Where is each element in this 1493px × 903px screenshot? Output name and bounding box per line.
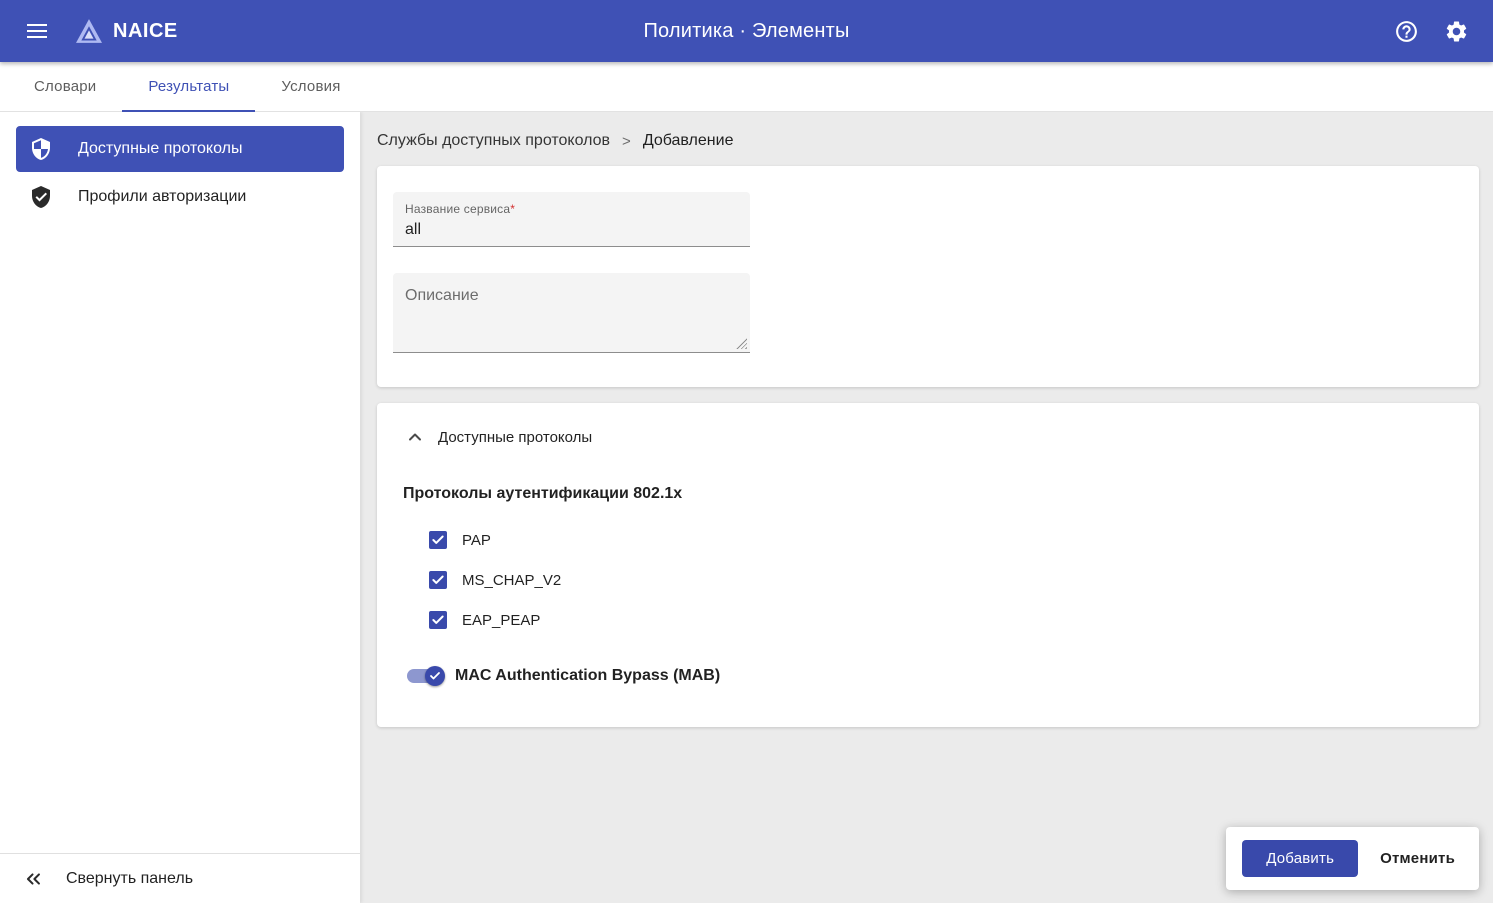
app-bar: NAICE Политика · Элементы (0, 0, 1493, 62)
description-field[interactable] (393, 273, 750, 353)
help-icon (1394, 19, 1419, 44)
allowed-protocols-card: Доступные протоколы Протоколы аутентифик… (377, 403, 1479, 727)
brand: NAICE (74, 18, 178, 44)
breadcrumb: Службы доступных протоколов > Добавление (377, 120, 1479, 166)
breadcrumb-parent[interactable]: Службы доступных протоколов (377, 132, 610, 150)
breadcrumb-separator: > (622, 133, 631, 150)
tab-slovari[interactable]: Словари (8, 62, 122, 111)
double-chevron-left-icon (22, 868, 44, 890)
sidebar: Доступные протоколы Профили авторизации … (0, 112, 360, 903)
page-title: Политика · Элементы (643, 20, 849, 43)
menu-button[interactable] (16, 10, 58, 52)
mab-toggle-row[interactable]: MAC Authentication Bypass (MAB) (407, 667, 1463, 685)
breadcrumb-current: Добавление (643, 132, 734, 150)
shield-icon (29, 137, 53, 161)
service-form-card: Название сервиса* (377, 166, 1479, 387)
checkbox-checked-icon[interactable] (429, 531, 447, 549)
checkbox-checked-icon[interactable] (429, 611, 447, 629)
protocols-section-title: Доступные протоколы (438, 429, 592, 446)
shield-check-icon (29, 185, 53, 209)
tab-usloviya[interactable]: Условия (255, 62, 366, 111)
service-name-label: Название сервиса (405, 202, 510, 216)
settings-button[interactable] (1435, 10, 1477, 52)
content: Доступные протоколы Профили авторизации … (0, 112, 1493, 903)
add-button[interactable]: Добавить (1242, 840, 1358, 877)
collapse-panel-button[interactable]: Свернуть панель (0, 853, 360, 903)
auth-protocols-group-title: Протоколы аутентификации 802.1x (403, 485, 1463, 503)
main-area: Службы доступных протоколов > Добавление… (360, 112, 1493, 903)
checkbox-row-ms-chap-v2[interactable]: MS_CHAP_V2 (429, 571, 1463, 589)
cancel-button[interactable]: Отменить (1368, 840, 1467, 877)
actions-card: Добавить Отменить (1226, 827, 1479, 890)
app-bar-actions (1385, 10, 1477, 52)
tab-rezultaty[interactable]: Результаты (122, 62, 255, 111)
collapse-panel-label: Свернуть панель (66, 870, 193, 888)
description-textarea[interactable] (393, 273, 750, 352)
brand-name: NAICE (113, 20, 178, 43)
checkbox-row-eap-peap[interactable]: EAP_PEAP (429, 611, 1463, 629)
sidebar-item-label: Доступные протоколы (78, 140, 242, 158)
sidebar-items: Доступные протоколы Профили авторизации (0, 112, 360, 222)
sidebar-item-label: Профили авторизации (78, 188, 246, 206)
checkbox-label: MS_CHAP_V2 (462, 572, 561, 589)
naice-logo-icon (74, 18, 104, 44)
checkbox-row-pap[interactable]: PAP (429, 531, 1463, 549)
mab-toggle-label: MAC Authentication Bypass (MAB) (455, 667, 720, 685)
required-asterisk: * (510, 202, 515, 216)
checkbox-label: EAP_PEAP (462, 612, 540, 629)
checkbox-label: PAP (462, 532, 491, 549)
protocols-section-header[interactable]: Доступные протоколы (393, 427, 1463, 447)
checkbox-checked-icon[interactable] (429, 571, 447, 589)
service-name-input[interactable] (405, 218, 738, 239)
tabs-bar: Словари Результаты Условия (0, 62, 1493, 112)
gear-icon (1444, 19, 1469, 44)
chevron-up-icon (405, 427, 425, 447)
toggle-on-icon[interactable] (407, 669, 441, 683)
sidebar-item-available-protocols[interactable]: Доступные протоколы (16, 126, 344, 172)
sidebar-item-authorization-profiles[interactable]: Профили авторизации (16, 174, 344, 220)
hamburger-menu-icon (27, 24, 47, 38)
service-name-field[interactable]: Название сервиса* (393, 192, 750, 247)
help-button[interactable] (1385, 10, 1427, 52)
